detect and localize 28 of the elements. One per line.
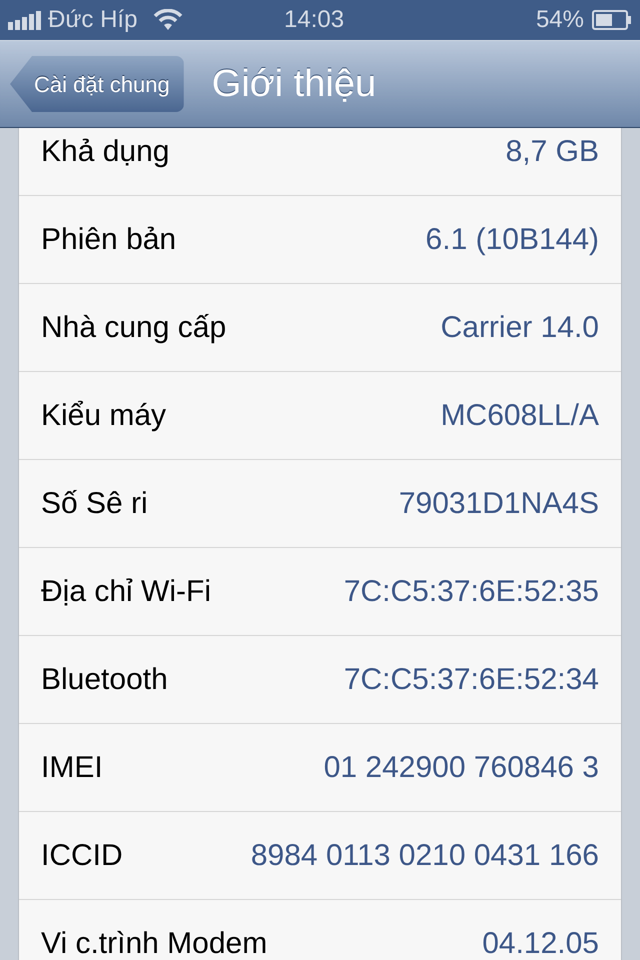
- battery-percent: 54%: [536, 5, 584, 35]
- row-label: IMEI: [41, 750, 103, 786]
- row-value: 7C:C5:37:6E:52:35: [344, 574, 599, 610]
- signal-icon: [8, 10, 44, 30]
- row-value: Carrier 14.0: [440, 310, 599, 346]
- row-value: 6.1 (10B144): [426, 222, 599, 258]
- row-label: Địa chỉ Wi-Fi: [41, 574, 211, 610]
- screen-title: Giới thiệu: [212, 62, 376, 106]
- row-label: Bluetooth: [41, 662, 168, 698]
- row-label: Phiên bản: [41, 222, 176, 258]
- row-value: MC608LL/A: [440, 398, 599, 434]
- carrier-name: Đức Híp: [48, 5, 138, 35]
- row-value: 04.12.05: [482, 926, 599, 960]
- clock-time: 14:03: [284, 5, 344, 35]
- row-value: 79031D1NA4S: [398, 486, 599, 522]
- row-label: Vi c.trình Modem: [41, 926, 268, 960]
- wifi-icon: [153, 9, 184, 31]
- row-value: 01 242900 760846 3: [324, 750, 599, 786]
- row-label: Số Sê ri: [41, 486, 148, 522]
- row-label: Khả dụng: [41, 134, 170, 170]
- row-label: ICCID: [41, 838, 123, 874]
- row-value: 7C:C5:37:6E:52:34: [344, 662, 599, 698]
- battery-icon: [592, 10, 632, 30]
- row-value: 8984 0113 0210 0431 166: [250, 838, 599, 874]
- row-label: Nhà cung cấp: [41, 310, 226, 346]
- back-button[interactable]: Cài đặt chung: [10, 56, 184, 112]
- row-value: 8,7 GB: [506, 134, 599, 170]
- row-label: Kiểu máy: [41, 398, 166, 434]
